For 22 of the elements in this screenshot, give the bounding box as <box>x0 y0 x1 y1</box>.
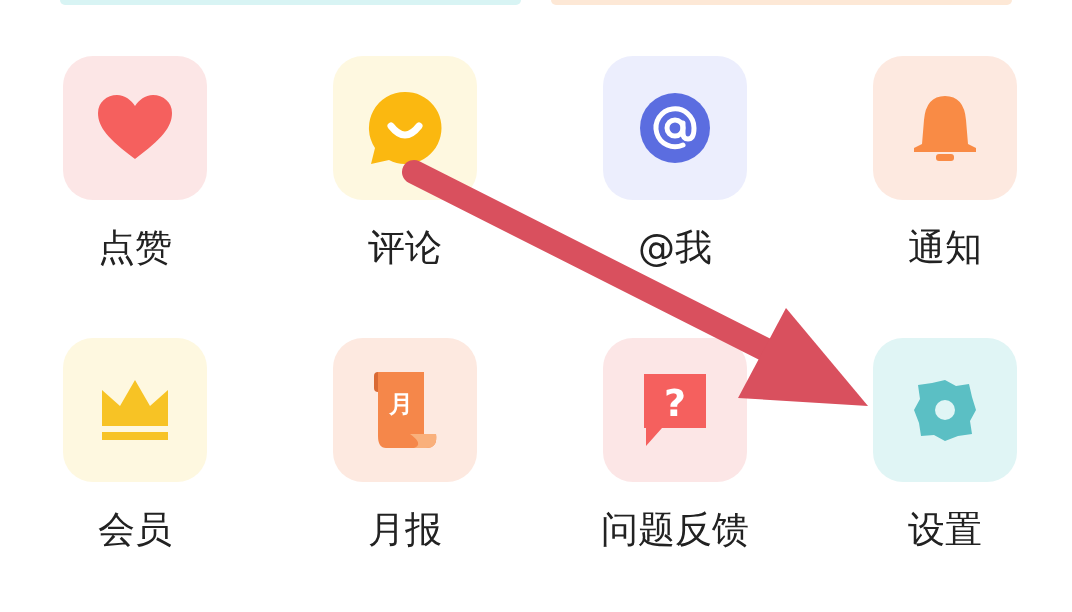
menu-tile[interactable] <box>63 338 207 482</box>
menu-tile[interactable] <box>873 56 1017 200</box>
menu-label: 评论 <box>368 226 442 270</box>
crown-icon <box>100 378 170 442</box>
menu-tile[interactable] <box>873 338 1017 482</box>
menu-label: 月报 <box>368 508 442 552</box>
at-sign-icon <box>640 93 710 163</box>
menu-tile[interactable]: 月 <box>333 338 477 482</box>
menu-label: 会员 <box>98 508 172 552</box>
menu-label: 设置 <box>908 508 982 552</box>
menu-label: 问题反馈 <box>601 508 749 552</box>
menu-tile[interactable]: ? <box>603 338 747 482</box>
menu-tile[interactable] <box>603 56 747 200</box>
chat-bubble-icon <box>367 90 443 166</box>
bell-icon <box>912 94 978 162</box>
menu-label: @我 <box>638 226 712 270</box>
settings-icon <box>914 379 976 441</box>
menu-label: 点赞 <box>98 226 172 270</box>
menu-tile[interactable] <box>63 56 207 200</box>
heart-icon <box>98 95 172 161</box>
menu-label: 通知 <box>908 226 982 270</box>
menu-tile[interactable] <box>333 56 477 200</box>
